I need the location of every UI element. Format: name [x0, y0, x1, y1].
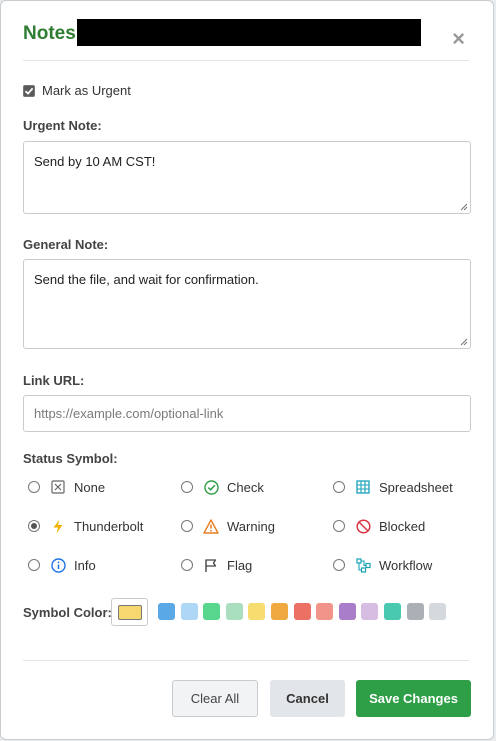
status-radio-none[interactable]: [28, 481, 40, 493]
color-swatch[interactable]: [338, 603, 356, 620]
status-option-check[interactable]: Check: [181, 479, 264, 495]
status-option-blocked[interactable]: Blocked: [333, 518, 425, 534]
status-option-label: Info: [74, 557, 96, 573]
status-option-workflow[interactable]: Workflow: [333, 557, 432, 573]
flag-icon: [203, 557, 219, 573]
cancel-button[interactable]: Cancel: [270, 680, 345, 717]
status-radio-warning[interactable]: [181, 520, 193, 532]
status-radio-workflow[interactable]: [333, 559, 345, 571]
status-option-thunderbolt[interactable]: Thunderbolt: [28, 518, 143, 534]
status-option-label: Check: [227, 479, 264, 495]
footer-divider: [23, 660, 469, 661]
general-note-textarea[interactable]: Send the file, and wait for confirmation…: [23, 259, 471, 349]
info-icon: [50, 557, 66, 573]
general-note-label: General Note:: [23, 237, 109, 252]
color-swatch[interactable]: [180, 603, 198, 620]
status-radio-spreadsheet[interactable]: [333, 481, 345, 493]
workflow-icon: [355, 557, 371, 573]
warning-icon: [203, 518, 219, 534]
status-option-label: Workflow: [379, 557, 433, 573]
status-radio-info[interactable]: [28, 559, 40, 571]
clear-all-button[interactable]: Clear All: [172, 680, 258, 717]
status-option-flag[interactable]: Flag: [181, 557, 252, 573]
urgent-note-label: Urgent Note:: [23, 118, 102, 133]
notes-modal: Notes: × Mark as Urgent Urgent Note: Sen…: [0, 0, 494, 740]
mark-urgent-label: Mark as Urgent: [42, 83, 131, 98]
symbol-color-label: Symbol Color:: [23, 605, 112, 620]
color-swatch[interactable]: [316, 603, 334, 620]
status-option-spreadsheet[interactable]: Spreadsheet: [333, 479, 453, 495]
resize-grip-icon[interactable]: [460, 203, 468, 211]
status-radio-blocked[interactable]: [333, 520, 345, 532]
color-swatch[interactable]: [429, 603, 447, 620]
mark-urgent-checkbox[interactable]: [23, 84, 35, 97]
save-changes-button[interactable]: Save Changes: [356, 680, 471, 717]
status-option-none[interactable]: None: [28, 479, 105, 495]
general-note-text: Send the file, and wait for confirmation…: [34, 272, 259, 287]
blocked-icon: [355, 518, 371, 534]
status-option-label: Warning: [227, 518, 275, 534]
status-symbol-label: Status Symbol:: [23, 451, 118, 466]
thunderbolt-icon: [50, 518, 66, 534]
selected-color-swatch: [118, 605, 142, 620]
color-swatch[interactable]: [384, 603, 401, 620]
spreadsheet-icon: [355, 479, 371, 495]
color-swatch[interactable]: [271, 603, 288, 620]
mark-urgent-row[interactable]: Mark as Urgent: [23, 83, 131, 98]
resize-grip-icon[interactable]: [460, 338, 468, 346]
symbol-color-picker[interactable]: [111, 598, 148, 626]
status-option-info[interactable]: Info: [28, 557, 96, 573]
urgent-note-text: Send by 10 AM CST!: [34, 154, 156, 169]
status-option-label: Spreadsheet: [379, 479, 453, 495]
link-url-input[interactable]: [23, 395, 471, 432]
color-swatch[interactable]: [225, 603, 243, 620]
status-radio-thunderbolt[interactable]: [28, 520, 40, 532]
status-option-label: Flag: [227, 557, 253, 573]
status-option-label: None: [74, 479, 106, 495]
color-swatch[interactable]: [158, 603, 175, 620]
status-radio-check[interactable]: [181, 481, 193, 493]
modal-header: Notes: ×: [23, 19, 469, 61]
none-x-icon: [50, 479, 66, 495]
urgent-note-textarea[interactable]: Send by 10 AM CST!: [23, 141, 471, 214]
link-url-label: Link URL:: [23, 373, 85, 388]
color-swatch[interactable]: [203, 603, 221, 620]
status-option-label: Blocked: [379, 518, 426, 534]
checkmark-icon: [24, 87, 34, 95]
modal-title: Notes:: [23, 23, 83, 44]
status-option-warning[interactable]: Warning: [181, 518, 275, 534]
status-option-label: Thunderbolt: [74, 518, 144, 534]
color-swatch[interactable]: [361, 603, 379, 620]
color-swatch[interactable]: [406, 603, 424, 620]
check-circle-icon: [203, 479, 219, 495]
color-swatch[interactable]: [293, 603, 311, 620]
close-button[interactable]: ×: [452, 28, 465, 50]
color-swatch[interactable]: [248, 603, 266, 620]
status-radio-flag[interactable]: [181, 559, 193, 571]
redacted-title-block: [77, 19, 421, 46]
